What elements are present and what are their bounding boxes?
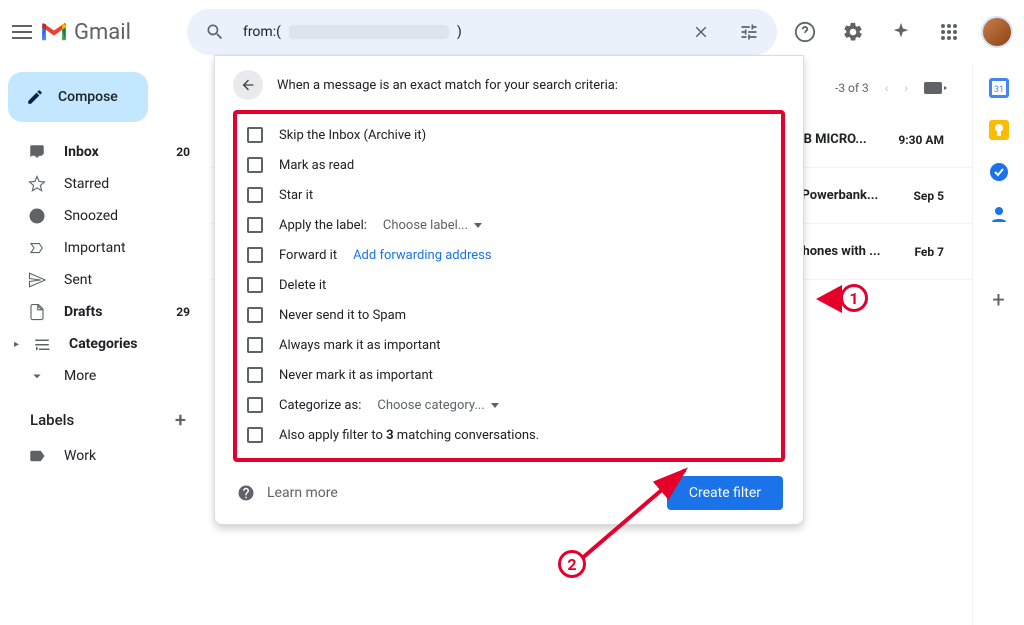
sidebar-item-drafts[interactable]: Drafts29 — [8, 296, 202, 328]
labels-heading: Labels — [30, 411, 74, 429]
back-button[interactable] — [233, 70, 263, 100]
pencil-icon — [26, 88, 44, 106]
filter-option[interactable]: Categorize as:Choose category... — [247, 390, 771, 420]
sparkle-button[interactable] — [881, 12, 921, 52]
filter-heading: When a message is an exact match for you… — [277, 78, 618, 93]
gmail-icon — [40, 21, 68, 43]
dropdown[interactable]: Choose category... — [377, 398, 498, 413]
search-icon[interactable] — [195, 12, 235, 52]
label-icon — [28, 447, 46, 465]
forward-address-link[interactable]: Add forwarding address — [353, 248, 491, 263]
sidebar-item-starred[interactable]: Starred — [8, 168, 202, 200]
add-label-button[interactable]: + — [175, 408, 186, 432]
clear-search-button[interactable] — [681, 12, 721, 52]
contacts-app-icon[interactable] — [989, 204, 1009, 224]
tasks-app-icon[interactable] — [989, 162, 1009, 182]
category-icon — [33, 335, 51, 353]
search-bar[interactable]: from:( ) — [187, 9, 777, 55]
annotation-badge-1: 1 — [840, 284, 868, 312]
checkbox[interactable] — [247, 307, 263, 323]
input-tools-button[interactable] — [924, 80, 948, 96]
menu-button[interactable] — [12, 12, 32, 52]
checkbox[interactable] — [247, 397, 263, 413]
sidebar-item-categories[interactable]: ▸Categories — [8, 328, 202, 360]
annotation-arrow-1 — [816, 285, 842, 313]
filter-option[interactable]: Mark as read — [247, 150, 771, 180]
calendar-app-icon[interactable]: 31 — [989, 78, 1009, 98]
annotation-badge-2: 2 — [558, 550, 586, 578]
dropdown[interactable]: Choose label... — [383, 218, 482, 233]
apps-button[interactable] — [929, 12, 969, 52]
sidebar-item-sent[interactable]: Sent — [8, 264, 202, 296]
gmail-logo[interactable]: Gmail — [40, 20, 131, 45]
filter-option[interactable]: Never mark it as important — [247, 360, 771, 390]
page-count: -3 of 3 — [835, 81, 869, 95]
help-button[interactable] — [785, 12, 825, 52]
sidebar-item-snoozed[interactable]: Snoozed — [8, 200, 202, 232]
checkbox[interactable] — [247, 217, 263, 233]
star-icon — [28, 175, 46, 193]
filter-option[interactable]: Never send it to Spam — [247, 300, 771, 330]
app-name: Gmail — [74, 20, 131, 45]
sidebar-item-inbox[interactable]: Inbox20 — [8, 136, 202, 168]
sidebar-item-more[interactable]: More — [8, 360, 202, 392]
more-icon — [28, 367, 46, 385]
filter-option[interactable]: Forward itAdd forwarding address — [247, 240, 771, 270]
label-work[interactable]: Work — [8, 440, 202, 472]
filter-option[interactable]: Delete it — [247, 270, 771, 300]
settings-button[interactable] — [833, 12, 873, 52]
checkbox[interactable] — [247, 127, 263, 143]
checkbox[interactable] — [247, 367, 263, 383]
search-redacted — [289, 25, 449, 39]
checkbox[interactable] — [247, 187, 263, 203]
sent-icon — [28, 271, 46, 289]
snooze-icon — [28, 207, 46, 225]
hamburger-icon — [12, 25, 32, 39]
annotation-arrow-2 — [570, 460, 700, 570]
arrow-left-icon — [240, 77, 256, 93]
filter-option[interactable]: Also apply filter to 3 matching conversa… — [247, 420, 771, 450]
important-icon — [28, 239, 46, 257]
search-suffix: ) — [457, 24, 462, 40]
search-prefix: from:( — [243, 24, 281, 40]
draft-icon — [28, 303, 46, 321]
compose-button[interactable]: Compose — [8, 72, 148, 122]
checkbox[interactable] — [247, 277, 263, 293]
sidebar-item-important[interactable]: Important — [8, 232, 202, 264]
label-text: Work — [64, 448, 190, 464]
sidebar: Compose Inbox20StarredSnoozedImportantSe… — [0, 64, 210, 625]
help-icon — [237, 484, 255, 502]
checkbox[interactable] — [247, 337, 263, 353]
account-avatar[interactable] — [981, 16, 1013, 48]
checkbox[interactable] — [247, 427, 263, 443]
side-panel: 31 + — [972, 64, 1024, 625]
checkbox[interactable] — [247, 157, 263, 173]
inbox-icon — [28, 143, 46, 161]
filter-option[interactable]: Skip the Inbox (Archive it) — [247, 120, 771, 150]
add-addon-button[interactable]: + — [992, 288, 1004, 313]
checkbox[interactable] — [247, 247, 263, 263]
filter-option[interactable]: Star it — [247, 180, 771, 210]
next-page-button[interactable]: › — [904, 81, 908, 95]
filter-actions-panel: When a message is an exact match for you… — [214, 55, 804, 525]
filter-option[interactable]: Apply the label:Choose label... — [247, 210, 771, 240]
filter-option[interactable]: Always mark it as important — [247, 330, 771, 360]
compose-label: Compose — [58, 89, 118, 105]
search-options-button[interactable] — [729, 12, 769, 52]
svg-text:31: 31 — [993, 85, 1003, 95]
filter-options-box: Skip the Inbox (Archive it)Mark as readS… — [233, 110, 785, 462]
keep-app-icon[interactable] — [989, 120, 1009, 140]
learn-more-link[interactable]: Learn more — [237, 484, 338, 502]
prev-page-button[interactable]: ‹ — [885, 81, 889, 95]
